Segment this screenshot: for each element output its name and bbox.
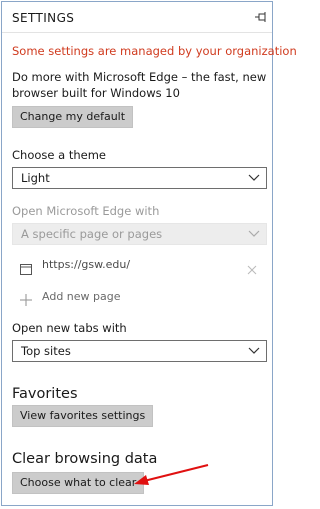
- startup-select-value: A specific page or pages: [21, 227, 163, 241]
- chevron-down-icon: [248, 230, 260, 238]
- chevron-down-icon: [248, 347, 260, 355]
- startup-label: Open Microsoft Edge with: [12, 204, 160, 218]
- startup-page-item: https://gsw.edu/: [12, 258, 267, 276]
- page-icon: [20, 260, 32, 275]
- startup-select: A specific page or pages: [12, 223, 267, 245]
- theme-select[interactable]: Light: [12, 167, 267, 189]
- theme-select-value: Light: [21, 171, 50, 185]
- new-tabs-select[interactable]: Top sites: [12, 340, 267, 362]
- close-icon: [247, 260, 257, 275]
- pin-icon[interactable]: [254, 10, 268, 24]
- header-divider: [2, 32, 272, 33]
- settings-panel: SETTINGS Some settings are managed by yo…: [1, 1, 297, 506]
- choose-what-to-clear-button[interactable]: Choose what to clear: [12, 472, 145, 494]
- plus-icon: [20, 291, 32, 306]
- favorites-title: Favorites: [12, 386, 78, 402]
- managed-notice: Some settings are managed by your organi…: [12, 44, 297, 58]
- add-new-page-label: Add new page: [42, 290, 121, 303]
- red-arrow-icon: [130, 462, 212, 488]
- chevron-down-icon: [248, 174, 260, 182]
- panel-title: SETTINGS: [12, 11, 75, 25]
- startup-page-url: https://gsw.edu/: [42, 258, 131, 271]
- promo-text: Do more with Microsoft Edge – the fast, …: [12, 70, 267, 100]
- change-default-button[interactable]: Change my default: [12, 106, 134, 128]
- view-favorites-settings-button[interactable]: View favorites settings: [12, 405, 154, 427]
- new-tabs-select-value: Top sites: [21, 344, 71, 358]
- new-tabs-label: Open new tabs with: [12, 321, 127, 335]
- theme-label: Choose a theme: [12, 148, 106, 162]
